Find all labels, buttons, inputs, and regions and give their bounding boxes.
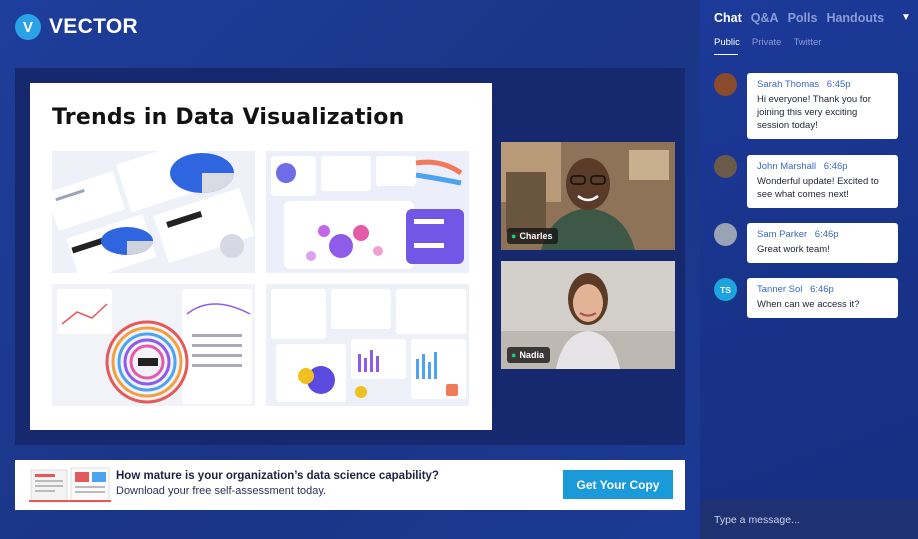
video-tile-nadia[interactable]: ● Nadia <box>501 261 675 369</box>
slide-image-pie-dashboard <box>52 151 255 273</box>
message-time: 6:46p <box>810 284 834 295</box>
side-panel: Chat Q&A Polls Handouts ▼ Public Private… <box>700 0 918 539</box>
tab-chat[interactable]: Chat <box>714 11 742 25</box>
slide-image-bubble-dashboard <box>266 151 469 273</box>
report-thumbnail <box>29 466 111 504</box>
participant-name: Nadia <box>519 350 544 360</box>
avatar <box>714 223 737 246</box>
slide-title: Trends in Data Visualization <box>52 105 405 130</box>
message-bubble: Sam Parker 6:46p Great work team! <box>747 223 898 263</box>
get-your-copy-button[interactable]: Get Your Copy <box>563 470 673 499</box>
message-bubble: Sarah Thomas 6:45p Hi everyone! Thank yo… <box>747 73 898 139</box>
message-text: Hi everyone! Thank you for joining this … <box>757 94 871 131</box>
message-input[interactable] <box>714 513 904 526</box>
banner-title: How mature is your organization’s data s… <box>116 470 439 482</box>
logo-badge: V <box>15 14 41 40</box>
subtab-public[interactable]: Public <box>714 37 740 48</box>
brand-name: VECTOR <box>49 15 138 38</box>
main-stage-area: V VECTOR Trends in Data Visualization ● … <box>0 0 700 539</box>
tab-qa[interactable]: Q&A <box>751 11 779 25</box>
message-author: Sarah Thomas <box>757 79 820 90</box>
message-composer <box>700 500 918 539</box>
banner-subtitle: Download your free self-assessment today… <box>116 485 327 497</box>
slide-image-bar-dashboard <box>266 284 469 406</box>
brand-logo: V VECTOR <box>15 14 138 40</box>
message-author: Sam Parker <box>757 229 808 240</box>
subtab-private[interactable]: Private <box>752 37 782 48</box>
chat-subtabs: Public Private Twitter <box>714 37 821 48</box>
participant-label-charles: ● Charles <box>507 228 559 244</box>
message-text: Wonderful update! Excited to see what co… <box>757 176 879 200</box>
presentation-stage: Trends in Data Visualization ● Charles ●… <box>15 68 685 445</box>
slide: Trends in Data Visualization <box>30 83 492 430</box>
message-bubble: Tanner Sol 6:46p When can we access it? <box>747 278 898 318</box>
message-time: 6:45p <box>826 79 851 90</box>
participant-label-nadia: ● Nadia <box>507 347 550 363</box>
active-subtab-indicator <box>714 54 738 55</box>
avatar <box>714 73 737 96</box>
avatar <box>714 155 737 178</box>
tab-handouts[interactable]: Handouts <box>826 11 884 25</box>
promo-banner: How mature is your organization’s data s… <box>15 460 685 510</box>
message-time: 6:46p <box>823 161 848 172</box>
slide-image-radial-dashboard <box>52 284 255 406</box>
chevron-down-icon[interactable]: ▼ <box>901 12 911 23</box>
subtab-twitter[interactable]: Twitter <box>793 37 821 48</box>
message-text: When can we access it? <box>757 299 860 310</box>
tab-polls[interactable]: Polls <box>788 11 818 25</box>
panel-tabs: Chat Q&A Polls Handouts <box>714 11 884 25</box>
microphone-icon: ● <box>511 231 517 241</box>
avatar: TS <box>714 278 737 301</box>
message-author: Tanner Sol <box>757 284 803 295</box>
message-author: John Marshall <box>757 161 817 172</box>
message-time: 6:46p <box>814 229 839 240</box>
video-tile-charles[interactable]: ● Charles <box>501 142 675 250</box>
participant-name: Charles <box>519 231 553 241</box>
banner-copy: How mature is your organization’s data s… <box>116 470 439 497</box>
microphone-icon: ● <box>511 350 517 360</box>
message-bubble: John Marshall 6:46p Wonderful update! Ex… <box>747 155 898 208</box>
message-text: Great work team! <box>757 244 830 255</box>
